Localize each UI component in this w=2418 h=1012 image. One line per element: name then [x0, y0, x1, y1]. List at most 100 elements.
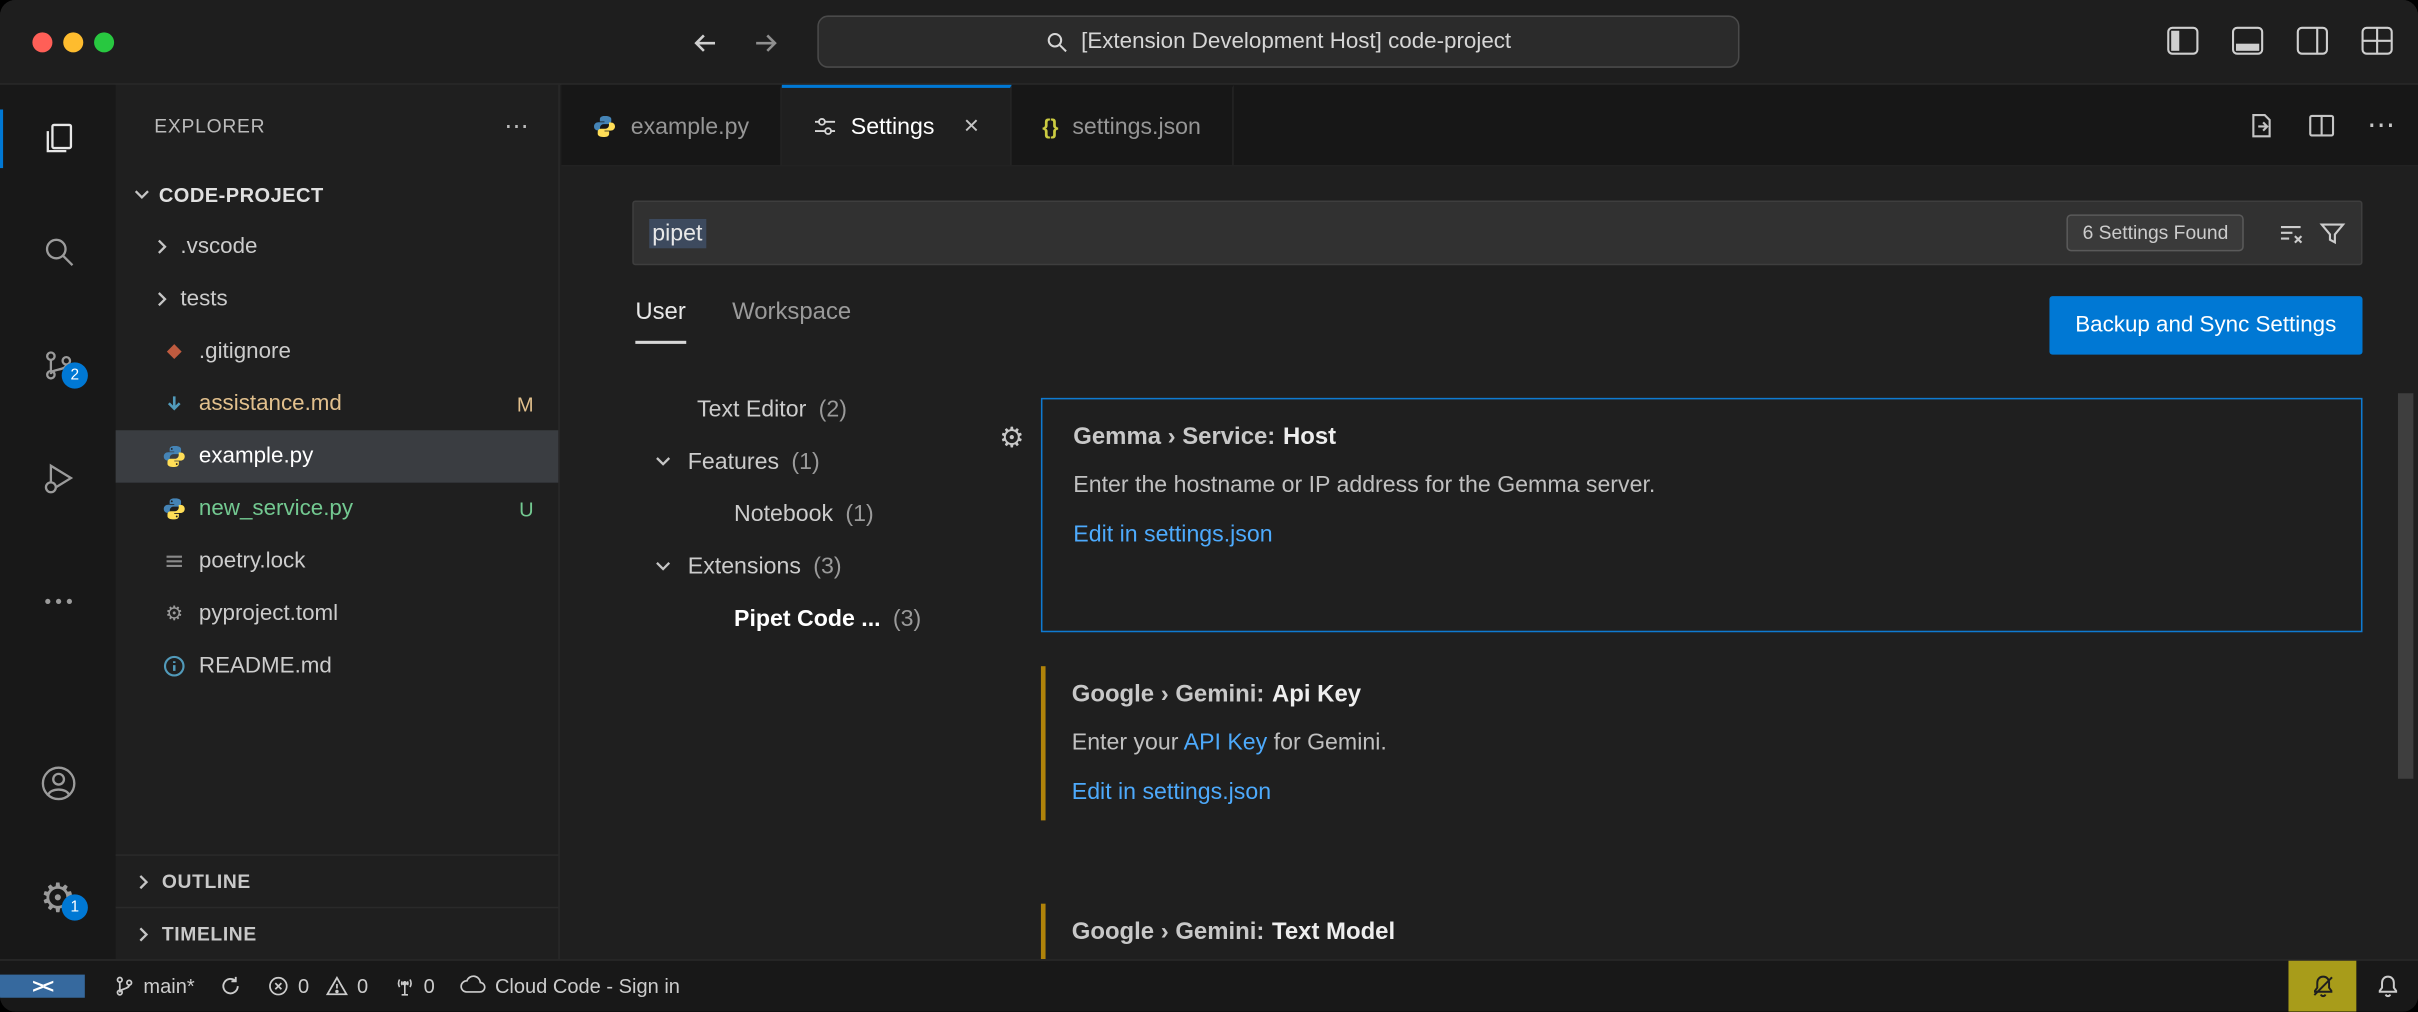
- toggle-secondary-sidebar-icon[interactable]: [2296, 26, 2328, 55]
- tab-settings[interactable]: Settings ×: [781, 85, 1011, 165]
- tree-item-vscode[interactable]: .vscode: [116, 221, 559, 273]
- explorer-sidebar: EXPLORER ⋯ CODE-PROJECT .vscode tests .g…: [116, 85, 560, 959]
- api-key-link[interactable]: API Key: [1184, 729, 1268, 755]
- search-icon: [1046, 30, 1069, 53]
- accounts-icon[interactable]: [0, 753, 116, 815]
- toml-gear-icon: ⚙: [162, 601, 187, 626]
- explorer-view-icon[interactable]: [0, 108, 116, 170]
- chevron-down-icon: [651, 554, 676, 579]
- notifications-bell[interactable]: [2356, 961, 2418, 1012]
- toc-features[interactable]: Features (1): [561, 435, 1008, 487]
- tree-item-tests[interactable]: tests: [116, 273, 559, 325]
- title-bar: [Extension Development Host] code-projec…: [0, 0, 2418, 85]
- settings-found-badge: 6 Settings Found: [2067, 214, 2244, 251]
- tree-item-readme-md[interactable]: README.md: [116, 640, 559, 692]
- settings-search-input[interactable]: pipet 6 Settings Found: [632, 200, 2362, 265]
- problems-item[interactable]: 0 0: [267, 975, 368, 998]
- filter-icon[interactable]: [2319, 220, 2345, 246]
- explorer-more-actions-icon[interactable]: ⋯: [504, 111, 530, 142]
- setting-gear-icon[interactable]: ⚙: [999, 423, 1024, 455]
- settings-editor: pipet 6 Settings Found User Workspace Ba…: [561, 167, 2418, 960]
- chevron-down-icon: [651, 449, 676, 474]
- sync-changes-item[interactable]: [219, 975, 242, 998]
- editor-more-actions-icon[interactable]: ⋯: [2367, 109, 2396, 141]
- outline-section-header[interactable]: OUTLINE: [116, 854, 559, 906]
- ports-item[interactable]: 0: [393, 975, 435, 998]
- toc-notebook[interactable]: Notebook (1): [561, 487, 1008, 539]
- tree-item-example-py[interactable]: example.py: [116, 430, 559, 482]
- zoom-window-button[interactable]: [94, 32, 114, 52]
- split-editor-icon[interactable]: [2307, 111, 2336, 140]
- markdown-file-icon: [162, 392, 187, 417]
- toggle-primary-sidebar-icon[interactable]: [2167, 26, 2199, 55]
- additional-views-icon[interactable]: [0, 571, 116, 633]
- git-branch-item[interactable]: main*: [113, 975, 195, 998]
- cloud-icon: [459, 975, 487, 998]
- git-branch-icon: [113, 975, 136, 998]
- python-file-icon: [162, 444, 187, 469]
- python-file-icon: [162, 497, 187, 522]
- setting-google-gemini-api-key[interactable]: Google › Gemini:Api Key Enter your API K…: [1041, 657, 2363, 830]
- minimize-window-button[interactable]: [63, 32, 83, 52]
- toc-text-editor[interactable]: Text Editor (2): [561, 382, 1008, 434]
- window-title: [Extension Development Host] code-projec…: [1081, 29, 1511, 54]
- tab-example-py[interactable]: example.py: [561, 85, 781, 165]
- tree-item-assistance-md[interactable]: assistance.md M: [116, 378, 559, 430]
- command-center[interactable]: [Extension Development Host] code-projec…: [817, 15, 1739, 67]
- edit-in-settings-json-link[interactable]: Edit in settings.json: [1073, 521, 2330, 547]
- close-tab-icon[interactable]: ×: [964, 111, 979, 142]
- editor-scrollbar[interactable]: [2398, 393, 2413, 779]
- edit-in-settings-json-link[interactable]: Edit in settings.json: [1072, 779, 2332, 805]
- scope-tab-user[interactable]: User: [635, 299, 685, 344]
- toggle-panel-icon[interactable]: [2231, 26, 2263, 55]
- close-window-button[interactable]: [32, 32, 52, 52]
- chevron-right-icon: [150, 234, 175, 259]
- source-control-view-icon[interactable]: [0, 335, 116, 397]
- setting-google-gemini-text-model[interactable]: Google › Gemini:Text Model: [1041, 894, 2363, 959]
- python-file-icon: [592, 114, 617, 139]
- tree-item-new-service-py[interactable]: new_service.py U: [116, 483, 559, 535]
- explorer-title: EXPLORER: [154, 116, 265, 138]
- lock-file-icon: [162, 549, 187, 574]
- activity-bar: 2 ⚙ 1: [0, 85, 116, 959]
- chevron-right-icon: [131, 869, 156, 894]
- customize-layout-icon[interactable]: [2361, 26, 2393, 55]
- open-settings-json-icon[interactable]: [2247, 111, 2276, 140]
- sync-icon: [219, 975, 242, 998]
- manage-gear-icon[interactable]: ⚙: [0, 867, 116, 929]
- tree-item-poetry-lock[interactable]: poetry.lock: [116, 535, 559, 587]
- run-debug-view-icon[interactable]: [0, 447, 116, 509]
- setting-gemma-service-host[interactable]: Gemma › Service:Host Enter the hostname …: [1041, 398, 2363, 632]
- file-tree: CODE-PROJECT .vscode tests .gitignore as…: [116, 168, 559, 692]
- tab-settings-json[interactable]: {} settings.json: [1011, 85, 1233, 165]
- editor-group: example.py Settings × {} settings.json ⋯: [561, 85, 2418, 959]
- tree-item-gitignore[interactable]: .gitignore: [116, 325, 559, 377]
- chevron-right-icon: [150, 287, 175, 312]
- git-status-badge: M: [517, 392, 534, 415]
- bell-icon: [2374, 973, 2400, 999]
- info-file-icon: [162, 654, 187, 679]
- clear-filters-icon[interactable]: [2278, 220, 2304, 246]
- cloud-code-item[interactable]: Cloud Code - Sign in: [459, 975, 679, 998]
- navigate-forward-icon[interactable]: [751, 28, 782, 59]
- editor-tabs: example.py Settings × {} settings.json ⋯: [561, 85, 2418, 167]
- search-view-icon[interactable]: [0, 221, 116, 283]
- toc-pipet-code[interactable]: Pipet Code ... (3): [561, 592, 1008, 644]
- do-not-disturb-indicator[interactable]: [2288, 961, 2356, 1012]
- source-control-badge: 2: [62, 362, 88, 388]
- search-value: pipet: [649, 218, 705, 247]
- navigate-back-icon[interactable]: [689, 28, 720, 59]
- git-file-icon: [162, 339, 187, 364]
- scope-tab-workspace[interactable]: Workspace: [732, 299, 851, 344]
- chevron-down-icon: [130, 182, 155, 207]
- tree-root-code-project[interactable]: CODE-PROJECT: [116, 168, 559, 220]
- vscode-window: [Extension Development Host] code-projec…: [0, 0, 2418, 1012]
- remote-indicator[interactable]: ><: [0, 975, 85, 998]
- timeline-section-header[interactable]: TIMELINE: [116, 907, 559, 959]
- toc-extensions[interactable]: Extensions (3): [561, 540, 1008, 592]
- chevron-right-icon: [131, 921, 156, 946]
- error-icon: [267, 975, 290, 998]
- settings-sliders-icon: [812, 114, 837, 139]
- backup-sync-settings-button[interactable]: Backup and Sync Settings: [2049, 296, 2362, 355]
- tree-item-pyproject-toml[interactable]: ⚙ pyproject.toml: [116, 588, 559, 640]
